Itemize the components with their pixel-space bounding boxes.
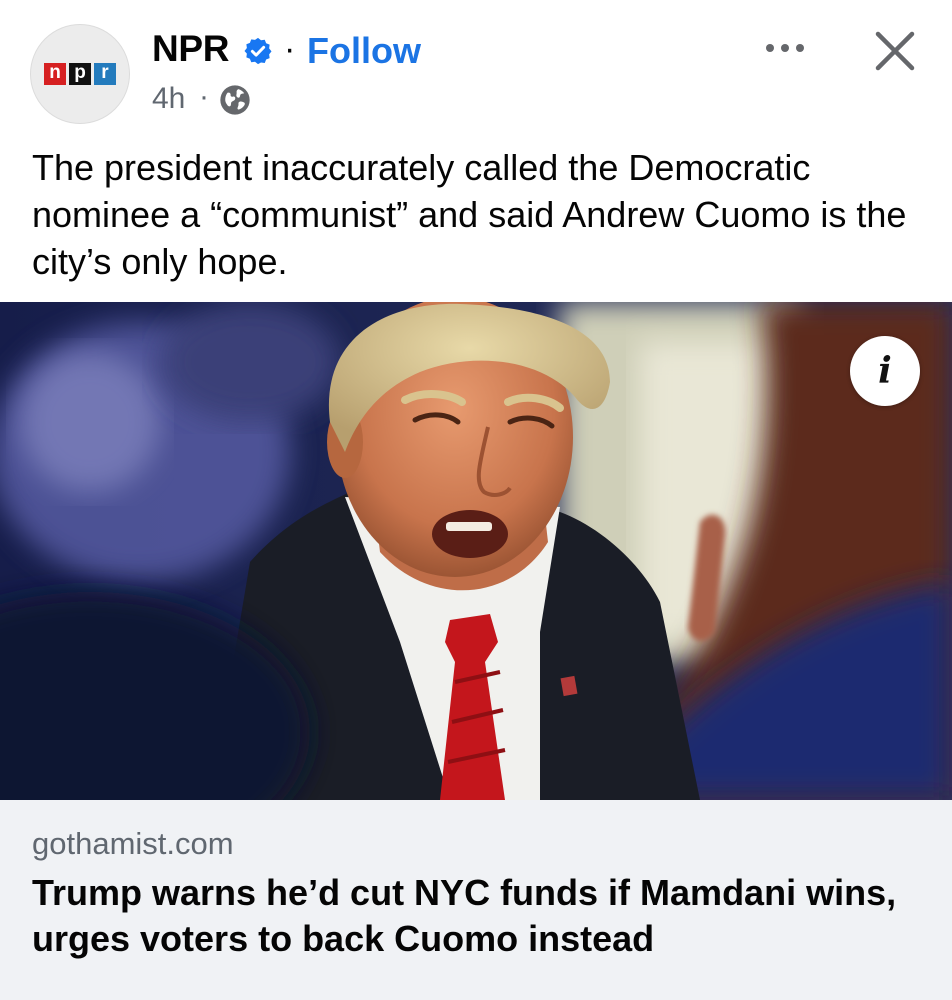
close-icon[interactable] <box>870 26 920 76</box>
npr-logo-r: r <box>94 63 116 85</box>
npr-logo: n p r <box>44 63 116 85</box>
post-photo[interactable] <box>0 302 952 800</box>
post-header: n p r NPR · Follow 4h · <box>0 0 952 140</box>
meta-separator: · <box>199 80 209 113</box>
globe-icon <box>220 85 250 115</box>
follow-button[interactable]: Follow <box>307 30 421 72</box>
post-timestamp[interactable]: 4h <box>152 82 185 116</box>
link-headline[interactable]: Trump warns he’d cut NYC funds if Mamdan… <box>32 870 912 962</box>
npr-logo-n: n <box>44 63 66 85</box>
verified-badge-icon <box>244 37 272 65</box>
follow-separator: · <box>284 30 296 68</box>
feed-post: n p r NPR · Follow 4h · The president in… <box>0 0 952 1000</box>
news-photo-illustration <box>0 302 952 800</box>
page-name[interactable]: NPR <box>152 28 230 70</box>
link-preview-card[interactable]: gothamist.com Trump warns he’d cut NYC f… <box>0 800 952 1000</box>
npr-logo-p: p <box>69 63 91 85</box>
link-domain: gothamist.com <box>32 826 234 861</box>
info-button[interactable]: i <box>850 336 920 406</box>
page-avatar[interactable]: n p r <box>30 24 130 124</box>
post-caption: The president inaccurately called the De… <box>32 147 907 282</box>
more-options-icon[interactable] <box>760 32 810 62</box>
